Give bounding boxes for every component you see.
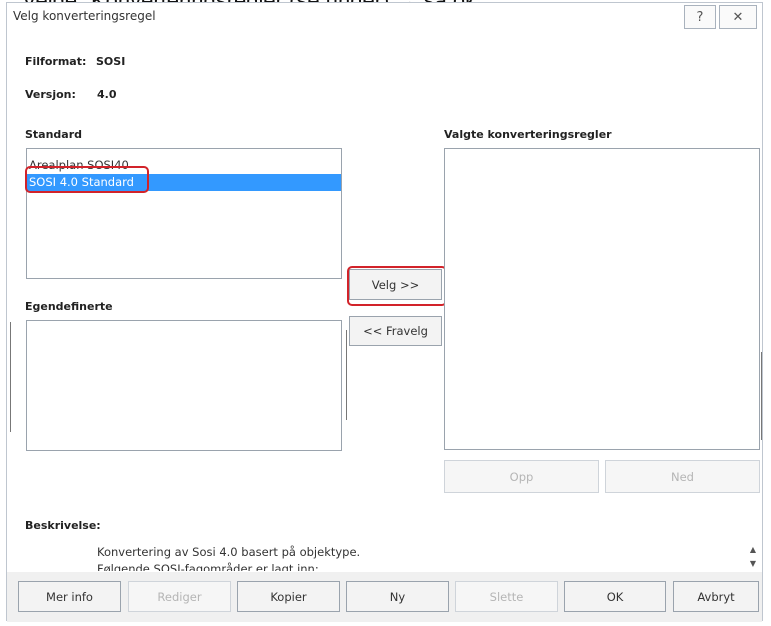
scroll-down-icon[interactable]: ▼ bbox=[746, 556, 760, 570]
ny-button[interactable]: Ny bbox=[346, 581, 449, 612]
velg-highlight bbox=[347, 266, 447, 306]
help-glyph: ? bbox=[696, 9, 704, 25]
valgte-label: Valgte konverteringsregler bbox=[444, 128, 612, 141]
filformat-value: SOSI bbox=[96, 55, 126, 68]
ned-button[interactable]: Ned bbox=[605, 460, 760, 493]
title-bar: Velg konverteringsregel ? ✕ bbox=[7, 3, 762, 33]
mer-info-button[interactable]: Mer info bbox=[18, 581, 121, 612]
egendefinerte-listbox[interactable] bbox=[26, 320, 342, 451]
window-edge-middle bbox=[346, 330, 347, 420]
dialog-window: Velg konverteringsregel ? ✕ Filformat: S… bbox=[6, 2, 763, 622]
beskrivelse-label: Beskrivelse: bbox=[25, 519, 101, 532]
valgte-listbox[interactable] bbox=[444, 148, 760, 450]
scroll-up-icon[interactable]: ▲ bbox=[746, 542, 760, 556]
description-line-1: Konvertering av Sosi 4.0 basert på objek… bbox=[97, 545, 361, 559]
help-icon[interactable]: ? bbox=[684, 5, 716, 29]
fravelg-button[interactable]: << Fravelg bbox=[349, 316, 442, 346]
description-line-2: Følgende SOSI-fagområder er lagt inn: bbox=[97, 562, 319, 571]
window-edge-right bbox=[761, 352, 762, 440]
versjon-label: Versjon: bbox=[25, 88, 76, 101]
window-edge-left bbox=[10, 322, 11, 432]
close-icon[interactable]: ✕ bbox=[719, 5, 757, 29]
close-glyph: ✕ bbox=[732, 9, 744, 25]
versjon-value: 4.0 bbox=[97, 88, 117, 101]
rediger-button[interactable]: Rediger bbox=[128, 581, 231, 612]
kopier-button[interactable]: Kopier bbox=[237, 581, 340, 612]
opp-button[interactable]: Opp bbox=[444, 460, 599, 493]
selection-highlight bbox=[25, 166, 149, 193]
filformat-label: Filformat: bbox=[25, 55, 87, 68]
standard-label: Standard bbox=[25, 128, 83, 141]
avbryt-button[interactable]: Avbryt bbox=[673, 581, 759, 612]
egendefinerte-label: Egendefinerte bbox=[25, 300, 113, 313]
slette-button[interactable]: Slette bbox=[455, 581, 558, 612]
ok-button[interactable]: OK bbox=[564, 581, 666, 612]
footer-bar: Mer info Rediger Kopier Ny Slette OK Avb… bbox=[7, 572, 762, 622]
dialog-title: Velg konverteringsregel bbox=[13, 9, 156, 23]
